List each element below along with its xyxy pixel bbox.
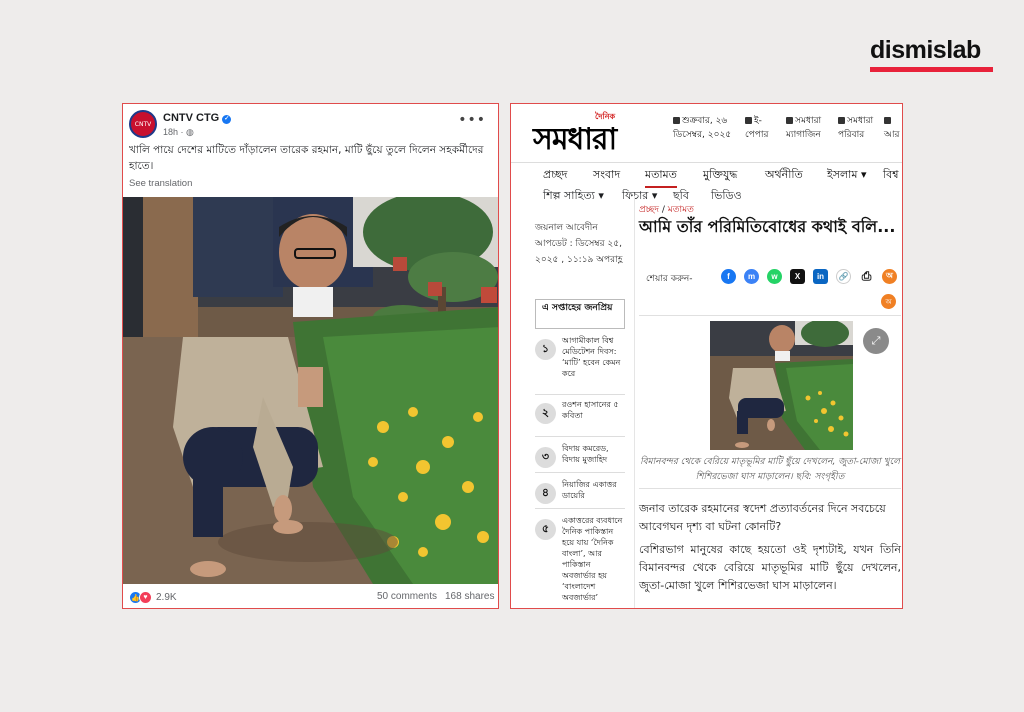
brand-name: dismislab bbox=[870, 36, 981, 64]
verified-badge-icon: ✓ bbox=[222, 115, 232, 124]
font-size-small-icon[interactable]: অ bbox=[881, 294, 896, 309]
nav-economy[interactable]: অর্থনীতি bbox=[765, 166, 803, 185]
dismislab-logo: dismislab bbox=[870, 36, 996, 72]
nav-news[interactable]: সংবাদ bbox=[593, 166, 620, 185]
author-info: জয়নাল আবেদীন আপডেট : ডিসেম্বর ২৫, ২০২৫ … bbox=[535, 220, 635, 268]
article-paragraph-1: জনাব তারেক রহমানের স্বদেশ প্রত্যাবর্তনের… bbox=[639, 502, 886, 533]
brand-underline bbox=[870, 67, 993, 72]
site-logo[interactable]: সমধারা দৈনিক bbox=[533, 110, 645, 157]
nav-liberation-war[interactable]: মুক্তিযুদ্ধ bbox=[703, 166, 737, 185]
more-label[interactable]: আর bbox=[884, 130, 899, 140]
post-time[interactable]: 18h · ◍ bbox=[163, 127, 194, 138]
nav-world[interactable]: বিশ্ব bbox=[883, 166, 899, 185]
page-name-row[interactable]: CNTV CTG ✓ bbox=[163, 112, 232, 124]
more-link[interactable]: আর bbox=[884, 114, 902, 142]
nav-literature[interactable]: শিল্প সাহিত্য ▾ bbox=[543, 187, 604, 206]
avatar-text: CNTV bbox=[134, 120, 152, 128]
breadcrumb-home[interactable]: প্রচ্ছদ bbox=[639, 205, 659, 215]
breadcrumb: প্রচ্ছদ / মতামত bbox=[639, 202, 694, 217]
main-navigation: প্রচ্ছদ সংবাদ মতামত মুক্তিযুদ্ধ অর্থনীতি… bbox=[511, 162, 902, 188]
linkedin-icon[interactable]: in bbox=[813, 269, 828, 284]
popular-title-text[interactable]: আগামীকাল বিশ্ব মেডিটেশন দিবস: ‘মাটি’ হবে… bbox=[562, 335, 624, 379]
popular-title-text[interactable]: একাত্তরের ব্যবধানে দৈনিক পাকিস্তান হয়ে … bbox=[562, 515, 624, 603]
popular-item[interactable]: ১ আগামীকাল বিশ্ব মেডিটেশন দিবস: ‘মাটি’ হ… bbox=[535, 335, 625, 395]
popular-number: ৪ bbox=[535, 483, 556, 504]
date-text: শুক্রবার, ২৬ ডিসেম্বর, ২০২৫ bbox=[673, 116, 732, 140]
popular-title-text[interactable]: বিদায় কমরেড, বিদায় মুজাহিদ bbox=[562, 443, 624, 465]
more-options-icon[interactable]: ••• bbox=[458, 112, 486, 128]
family-link[interactable]: সমধারা পরিবার bbox=[838, 114, 878, 142]
popular-item[interactable]: ৩ বিদায় কমরেড, বিদায় মুজাহিদ bbox=[535, 443, 625, 473]
calendar-icon bbox=[673, 117, 680, 124]
x-icon[interactable]: X bbox=[790, 269, 805, 284]
post-photo[interactable] bbox=[123, 197, 498, 584]
share-bar: শেয়ার করুন- f m w X in 🔗 ⎙ অ bbox=[646, 269, 902, 285]
article-headline: আমি তাঁর পরিমিতিবোধের কথাই বলি... bbox=[639, 217, 896, 236]
see-translation-link[interactable]: See translation bbox=[129, 178, 192, 189]
share-label: শেয়ার করুন- bbox=[646, 274, 693, 284]
popular-sidebar: এ সপ্তাহের জনপ্রিয় ১ আগামীকাল বিশ্ব মেড… bbox=[535, 299, 625, 602]
logo-tagline: দৈনিক bbox=[595, 112, 616, 121]
reactions[interactable]: 👍 ♥ 2.9K bbox=[129, 591, 177, 604]
date-item: শুক্রবার, ২৬ ডিসেম্বর, ২০২৫ bbox=[673, 114, 733, 142]
photo-man-touching-soil bbox=[123, 197, 498, 584]
breadcrumb-section[interactable]: মতামত bbox=[668, 205, 694, 215]
link-icon[interactable]: 🔗 bbox=[836, 269, 851, 284]
whatsapp-icon[interactable]: w bbox=[767, 269, 782, 284]
page-avatar[interactable]: CNTV bbox=[129, 110, 157, 138]
breadcrumb-sep: / bbox=[658, 205, 668, 215]
expand-icon[interactable]: ⤢ bbox=[863, 328, 889, 354]
nav-islam[interactable]: ইসলাম ▾ bbox=[827, 166, 867, 185]
comments-count[interactable]: 50 comments bbox=[377, 591, 437, 602]
facebook-post: CNTV CNTV CTG ✓ 18h · ◍ ••• খালি পায়ে দে… bbox=[122, 103, 499, 609]
page-name[interactable]: CNTV CTG bbox=[163, 112, 219, 124]
post-time-text[interactable]: 18h · bbox=[163, 127, 186, 137]
popular-item[interactable]: ৫ একাত্তরের ব্যবধানে দৈনিক পাকিস্তান হয়… bbox=[535, 515, 625, 608]
popular-title-text[interactable]: নিয়াজির একাত্তর ডায়েরি bbox=[562, 479, 624, 501]
magazine-link[interactable]: সমধারা ম্যাগাজিন bbox=[786, 114, 834, 142]
photo-caption: বিমানবন্দর থেকে বেরিয়ে মাতৃভূমির মাটি ছ… bbox=[639, 455, 901, 489]
header-rule bbox=[639, 315, 901, 316]
popular-number: ২ bbox=[535, 403, 556, 424]
update-time: আপডেট : ডিসেম্বর ২৫, ২০২৫ , ১১:১৯ অপরাহ্… bbox=[535, 239, 623, 265]
magazine-icon bbox=[786, 117, 793, 124]
popular-title-text[interactable]: রওশন হাসানের ৫ কবিতা bbox=[562, 399, 624, 421]
popular-item[interactable]: ৪ নিয়াজির একাত্তর ডায়েরি bbox=[535, 479, 625, 509]
article-paragraph-2: বেশিরভাগ মানুষের কাছে হয়তো ওই দৃশ্যটাই,… bbox=[639, 543, 901, 592]
sub-navigation: শিল্প সাহিত্য ▾ ফিচার ▾ ছবি ভিডিও bbox=[511, 187, 902, 206]
more-icon bbox=[884, 117, 891, 124]
news-article-page: সমধারা দৈনিক শুক্রবার, ২৬ ডিসেম্বর, ২০২৫… bbox=[510, 103, 903, 609]
family-icon bbox=[838, 117, 845, 124]
post-text: খালি পায়ে দেশের মাটিতে দাঁড়ালেন তারেক … bbox=[129, 144, 484, 172]
photo-man-touching-soil-thumb bbox=[710, 321, 853, 450]
nav-opinion[interactable]: মতামত bbox=[645, 166, 677, 188]
epaper-link[interactable]: ই-পেপার bbox=[745, 114, 779, 142]
shares-count[interactable]: 168 shares bbox=[445, 591, 494, 602]
messenger-icon[interactable]: m bbox=[744, 269, 759, 284]
article-photo[interactable] bbox=[710, 321, 853, 450]
globe-icon: ◍ bbox=[186, 127, 194, 137]
popular-title: এ সপ্তাহের জনপ্রিয় bbox=[535, 299, 625, 329]
love-icon: ♥ bbox=[139, 591, 152, 604]
reaction-count[interactable]: 2.9K bbox=[156, 592, 177, 603]
font-size-icon[interactable]: অ bbox=[882, 269, 897, 284]
nav-video[interactable]: ভিডিও bbox=[711, 187, 742, 206]
author-name[interactable]: জয়নাল আবেদীন bbox=[535, 220, 635, 236]
print-icon[interactable]: ⎙ bbox=[859, 269, 874, 284]
facebook-icon[interactable]: f bbox=[721, 269, 736, 284]
nav-home[interactable]: প্রচ্ছদ bbox=[543, 166, 567, 185]
popular-number: ৫ bbox=[535, 519, 556, 540]
epaper-icon bbox=[745, 117, 752, 124]
popular-number: ১ bbox=[535, 339, 556, 360]
post-header: CNTV CNTV CTG ✓ 18h · ◍ ••• bbox=[129, 110, 492, 140]
popular-item[interactable]: ২ রওশন হাসানের ৫ কবিতা bbox=[535, 399, 625, 437]
post-footer: 👍 ♥ 2.9K 50 comments 168 shares bbox=[123, 584, 498, 608]
popular-number: ৩ bbox=[535, 447, 556, 468]
